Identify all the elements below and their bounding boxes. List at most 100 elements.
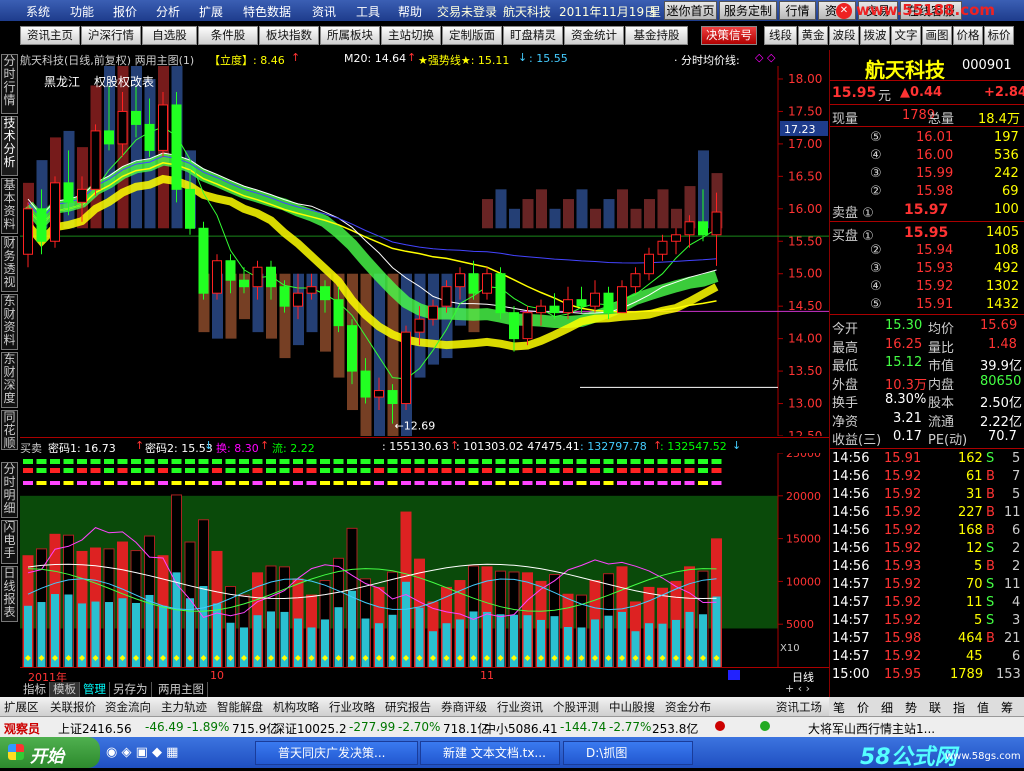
stat-row[interactable]: 收益(三) 0.17 PE(动) 70.7: [830, 428, 1024, 448]
tab-save-as[interactable]: 另存为: [110, 682, 152, 697]
toolbar-watchlist[interactable]: 自选股: [142, 26, 197, 45]
toolbar-mark-price[interactable]: 标价: [984, 26, 1014, 45]
toolbar-draw[interactable]: 画图: [922, 26, 952, 45]
func-search[interactable]: 中山股搜: [609, 699, 655, 715]
toolbar-price[interactable]: 价格: [953, 26, 983, 45]
stat-row[interactable]: 换手 8.30% 股本 2.50亿: [830, 391, 1024, 411]
toolbar-sector[interactable]: 所属板块: [320, 26, 380, 45]
tab-tick-detail[interactable]: 分时明细: [1, 462, 18, 518]
toolbar-news-home[interactable]: 资讯主页: [20, 26, 80, 45]
qtab-5[interactable]: 指: [953, 699, 965, 716]
settings-icon[interactable]: ◇ ◇: [755, 51, 775, 64]
func-industry[interactable]: 行业攻略: [329, 699, 375, 715]
toolbar-server-switch[interactable]: 主站切换: [381, 26, 441, 45]
menu-help[interactable]: 帮助: [398, 3, 422, 20]
tick-row[interactable]: 14:57 15.92 70 S 11: [830, 576, 1024, 594]
func-smart[interactable]: 智能解盘: [217, 699, 263, 715]
stat-row[interactable]: 外盘 10.3万 内盘 80650: [830, 373, 1024, 393]
toolbar-market[interactable]: 沪深行情: [81, 26, 141, 45]
toolbar-condition[interactable]: 条件股: [198, 26, 258, 45]
quote-button[interactable]: 行情: [779, 1, 816, 20]
tab-dual-chart[interactable]: 两用主图: [155, 682, 208, 697]
qtab-3[interactable]: 势: [905, 699, 917, 716]
func-industry-news[interactable]: 行业资讯: [497, 699, 543, 715]
tick-row[interactable]: 15:00 15.95 1789 153: [830, 666, 1024, 684]
stat-row[interactable]: 今开 15.30 均价 15.69: [830, 317, 1024, 337]
func-research[interactable]: 研究报告: [385, 699, 431, 715]
tick-row[interactable]: 14:56 15.93 5 B 2: [830, 558, 1024, 576]
toolbar-fund-holdings[interactable]: 基金持股: [625, 26, 688, 45]
tick-row[interactable]: 14:56 15.92 31 B 5: [830, 486, 1024, 504]
func-stock-eval[interactable]: 个股评测: [553, 699, 599, 715]
tick-row[interactable]: 14:57 15.92 11 S 4: [830, 594, 1024, 612]
stat-row[interactable]: 最低 15.12 市值 39.9亿: [830, 354, 1024, 374]
ask1-price[interactable]: 15.97: [904, 202, 948, 218]
toolbar-sector-index[interactable]: 板块指数: [259, 26, 319, 45]
func-main-track[interactable]: 主力轨迹: [161, 699, 207, 715]
func-workshop[interactable]: 资讯工场: [776, 699, 822, 715]
qtab-6[interactable]: 值: [977, 699, 989, 716]
qtab-4[interactable]: 联: [929, 699, 941, 716]
server-label[interactable]: 大将军山西行情主站1...: [808, 720, 935, 737]
menu-quote[interactable]: 报价: [113, 3, 137, 20]
tick-row[interactable]: 14:56 15.92 61 B 7: [830, 468, 1024, 486]
ask-row[interactable]: ⑤ 16.01 197: [830, 129, 1024, 147]
task-guangfa[interactable]: 普天同庆广发决策...: [255, 741, 418, 765]
func-extend[interactable]: 扩展区: [4, 699, 39, 715]
tab-technical[interactable]: 技术分析: [1, 116, 18, 176]
tick-row[interactable]: 14:56 15.91 162 S 5: [830, 450, 1024, 468]
tick-row[interactable]: 14:57 15.92 45 6: [830, 648, 1024, 666]
toolbar-gold[interactable]: 黄金: [798, 26, 828, 45]
quick-launch-icons[interactable]: ◉ ◈ ▣ ◆ ▦: [106, 745, 178, 760]
tab-east-info[interactable]: 东财资料: [1, 294, 18, 350]
tab-template[interactable]: 模板: [50, 682, 80, 697]
tab-daily-report[interactable]: 日线报表: [1, 566, 18, 622]
zoom-controls[interactable]: + ‹ ›: [785, 682, 810, 695]
tick-row[interactable]: 14:56 15.92 227 B 11: [830, 504, 1024, 522]
tab-flash[interactable]: 闪电手: [1, 520, 18, 564]
ask-row[interactable]: ③ 15.99 242: [830, 165, 1024, 183]
main-candlestick-chart[interactable]: 18.0017.5017.0016.5016.0015.5015.0014.50…: [20, 66, 829, 436]
func-rating[interactable]: 券商评级: [441, 699, 487, 715]
toolbar-text[interactable]: 文字: [891, 26, 921, 45]
stat-row[interactable]: 最高 16.25 量比 1.48: [830, 336, 1024, 356]
qtab-2[interactable]: 细: [881, 699, 893, 716]
bid-row[interactable]: ③ 15.93 492: [830, 260, 1024, 278]
menu-tools[interactable]: 工具: [356, 3, 380, 20]
menu-special-data[interactable]: 特色数据: [243, 3, 291, 20]
tab-financial[interactable]: 财务透视: [1, 236, 18, 292]
toolbar-segment[interactable]: 线段: [764, 26, 797, 45]
toolbar-watch-spirit[interactable]: 盯盘精灵: [503, 26, 563, 45]
task-notepad[interactable]: 新建 文本文档.tx...: [420, 741, 560, 765]
tab-indicator[interactable]: 指标: [20, 682, 50, 697]
bid-row[interactable]: ④ 15.92 1302: [830, 278, 1024, 296]
ask-row[interactable]: ② 15.98 69: [830, 183, 1024, 201]
stat-row[interactable]: 净资 3.21 流通 2.22亿: [830, 410, 1024, 430]
qtab-0[interactable]: 笔: [833, 699, 845, 716]
volume-sub-chart[interactable]: 25000 20000 15000 10000 5000 X10: [20, 453, 829, 667]
ask-row[interactable]: ④ 16.00 536: [830, 147, 1024, 165]
menu-news[interactable]: 资讯: [312, 3, 336, 20]
bid-row[interactable]: ② 15.94 108: [830, 242, 1024, 260]
tick-row[interactable]: 14:57 15.98 464 B 21: [830, 630, 1024, 648]
tick-row[interactable]: 14:56 15.92 168 B 6: [830, 522, 1024, 540]
mini-home-button[interactable]: 迷你首页: [664, 1, 717, 20]
menu-system[interactable]: 系统: [26, 3, 50, 20]
time-scroll-thumb[interactable]: [728, 670, 740, 680]
toolbar-fund-stats[interactable]: 资金统计: [564, 26, 624, 45]
func-fund-flow[interactable]: 资金流向: [105, 699, 151, 715]
qtab-7[interactable]: 筹: [1001, 699, 1013, 716]
tab-intraday[interactable]: 分时行情: [1, 54, 18, 114]
toolbar-dial[interactable]: 拨波: [860, 26, 890, 45]
toolbar-layout[interactable]: 定制版面: [442, 26, 502, 45]
qtab-1[interactable]: 价: [857, 699, 869, 716]
menu-analysis[interactable]: 分析: [156, 3, 180, 20]
tick-row[interactable]: 14:57 15.92 5 S 3: [830, 612, 1024, 630]
func-related[interactable]: 关联报价: [50, 699, 96, 715]
tab-manage[interactable]: 管理: [80, 682, 110, 697]
start-button[interactable]: 开始: [0, 737, 100, 768]
tab-basic-info[interactable]: 基本资料: [1, 178, 18, 234]
toolbar-wave[interactable]: 波段: [829, 26, 859, 45]
menu-function[interactable]: 功能: [70, 3, 94, 20]
menu-extend[interactable]: 扩展: [199, 3, 223, 20]
